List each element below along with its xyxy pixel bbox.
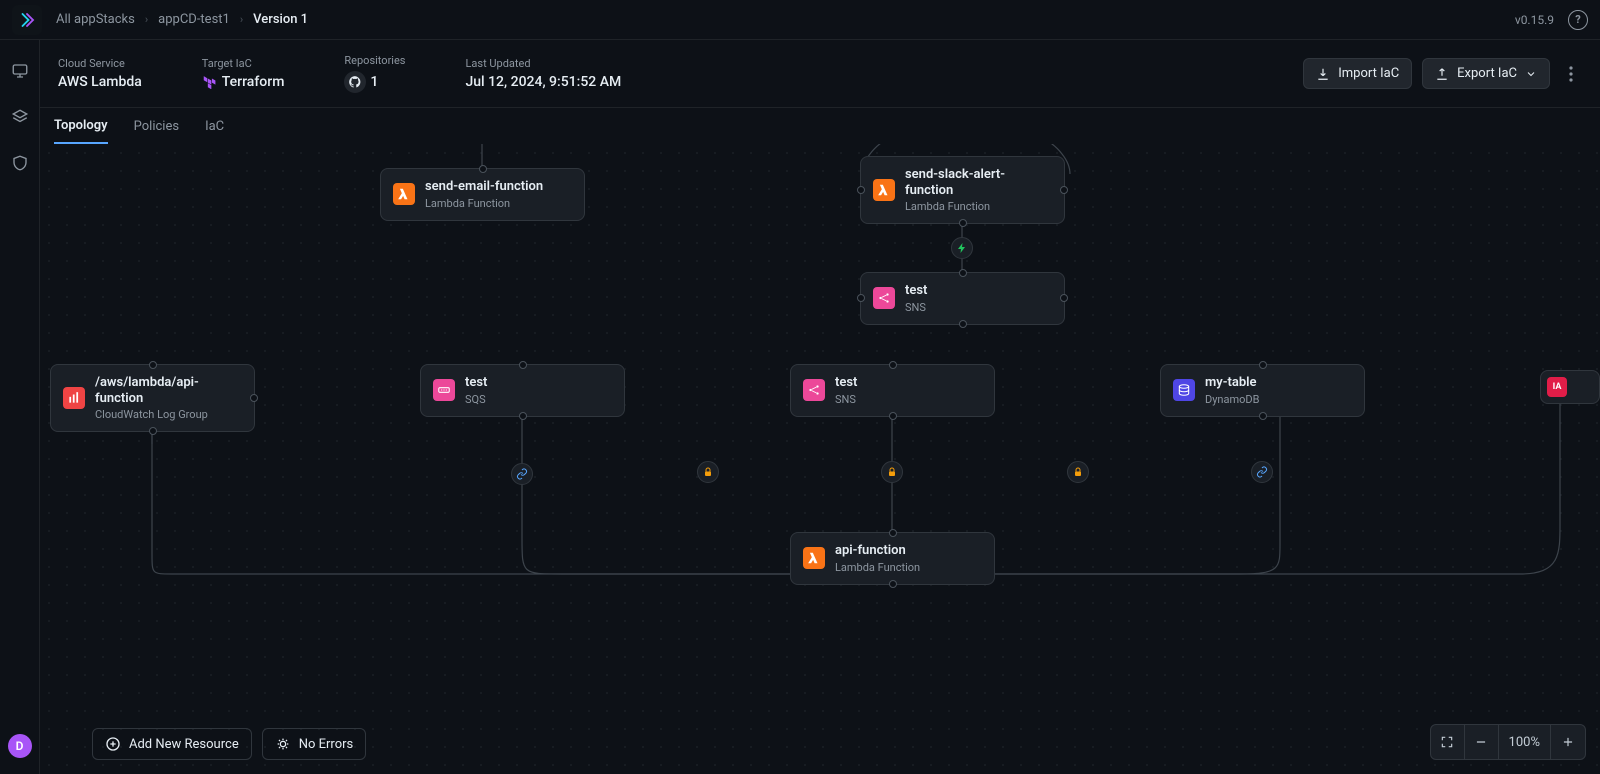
tab-topology[interactable]: Topology <box>54 108 108 144</box>
cloud-service-label: Cloud Service <box>58 57 142 70</box>
repositories-label: Repositories <box>344 54 405 67</box>
zoom-out-button[interactable] <box>1465 725 1499 759</box>
repositories-value[interactable]: 1 <box>344 71 405 93</box>
dynamodb-icon <box>1173 379 1195 401</box>
node-title: test <box>465 375 487 391</box>
export-iac-button[interactable]: Export IaC <box>1422 58 1550 89</box>
edge-lock-icon[interactable] <box>881 461 903 483</box>
app-version: v0.15.9 <box>1515 13 1554 27</box>
edge-link-icon[interactable] <box>1251 461 1273 483</box>
edge-link-icon[interactable] <box>511 463 533 485</box>
last-updated-value: Jul 12, 2024, 9:51:52 AM <box>465 74 621 90</box>
tab-iac[interactable]: IaC <box>205 108 224 144</box>
node-title: /aws/lambda/api-function <box>95 375 242 406</box>
node-title: test <box>905 283 927 299</box>
chevron-right-icon: › <box>240 13 243 26</box>
node-subtitle: Lambda Function <box>905 200 1052 213</box>
bug-icon <box>275 736 291 752</box>
sqs-icon <box>433 379 455 401</box>
lambda-icon <box>803 547 825 569</box>
node-title: api-function <box>835 543 920 559</box>
export-icon <box>1435 67 1449 81</box>
kebab-icon <box>1569 66 1573 82</box>
last-updated-label: Last Updated <box>465 57 621 70</box>
target-iac-label: Target IaC <box>202 57 285 70</box>
terraform-icon <box>202 75 216 89</box>
edge-lock-icon[interactable] <box>1067 461 1089 483</box>
sns-icon <box>803 379 825 401</box>
node-subtitle: Lambda Function <box>425 197 543 210</box>
add-new-resource-button[interactable]: Add New Resource <box>92 728 252 760</box>
app-logo[interactable] <box>12 5 42 35</box>
node-subtitle: SNS <box>905 301 927 314</box>
zoom-controls: 100% <box>1430 724 1586 760</box>
node-cloudwatch-log-group[interactable]: /aws/lambda/api-function CloudWatch Log G… <box>50 364 255 432</box>
breadcrumb-root[interactable]: All appStacks <box>56 12 135 27</box>
errors-button[interactable]: No Errors <box>262 728 367 760</box>
user-avatar[interactable]: D <box>8 734 32 758</box>
node-subtitle: SNS <box>835 393 857 406</box>
import-iac-button[interactable]: Import IaC <box>1303 58 1412 89</box>
nav-shield-icon[interactable] <box>9 152 31 174</box>
breadcrumb: All appStacks › appCD-test1 › Version 1 <box>56 12 308 27</box>
node-send-slack-alert-function[interactable]: send-slack-alert-function Lambda Function <box>860 156 1065 224</box>
chevron-down-icon <box>1525 68 1537 80</box>
node-iam[interactable]: IA <box>1540 370 1600 404</box>
tab-policies[interactable]: Policies <box>134 108 179 144</box>
lambda-icon <box>873 179 895 201</box>
import-icon <box>1316 67 1330 81</box>
node-title: send-slack-alert-function <box>905 167 1052 198</box>
node-title: send-email-function <box>425 179 543 195</box>
topology-edges <box>40 144 1600 774</box>
cloud-service-value: AWS Lambda <box>58 74 142 90</box>
chevron-right-icon: › <box>145 13 148 26</box>
node-sqs-test[interactable]: test SQS <box>420 364 625 417</box>
nav-monitor-icon[interactable] <box>9 60 31 82</box>
iam-icon: IA <box>1547 377 1567 397</box>
lambda-icon <box>393 183 415 205</box>
node-subtitle: DynamoDB <box>1205 393 1259 406</box>
breadcrumb-project[interactable]: appCD-test1 <box>158 12 230 27</box>
zoom-level: 100% <box>1499 725 1551 759</box>
node-send-email-function[interactable]: send-email-function Lambda Function <box>380 168 585 221</box>
node-sns-test-lower[interactable]: test SNS <box>790 364 995 417</box>
github-icon <box>348 75 362 89</box>
fullscreen-button[interactable] <box>1431 725 1465 759</box>
help-icon[interactable]: ? <box>1568 10 1588 30</box>
node-dynamodb-my-table[interactable]: my-table DynamoDB <box>1160 364 1365 417</box>
node-sns-test-upper[interactable]: test SNS <box>860 272 1065 325</box>
sns-icon <box>873 287 895 309</box>
node-title: my-table <box>1205 375 1259 391</box>
nav-layers-icon[interactable] <box>9 106 31 128</box>
more-options-button[interactable] <box>1560 59 1582 89</box>
node-subtitle: SQS <box>465 393 487 406</box>
topology-canvas[interactable]: send-email-function Lambda Function send-… <box>40 144 1600 774</box>
edge-trigger-icon[interactable] <box>951 237 973 259</box>
zoom-in-button[interactable] <box>1551 725 1585 759</box>
node-subtitle: CloudWatch Log Group <box>95 408 242 421</box>
breadcrumb-version: Version 1 <box>253 12 308 27</box>
plus-circle-icon <box>105 736 121 752</box>
node-subtitle: Lambda Function <box>835 561 920 574</box>
node-title: test <box>835 375 857 391</box>
target-iac-value: Terraform <box>202 74 285 90</box>
node-api-function[interactable]: api-function Lambda Function <box>790 532 995 585</box>
cloudwatch-icon <box>63 387 85 409</box>
edge-lock-icon[interactable] <box>697 461 719 483</box>
